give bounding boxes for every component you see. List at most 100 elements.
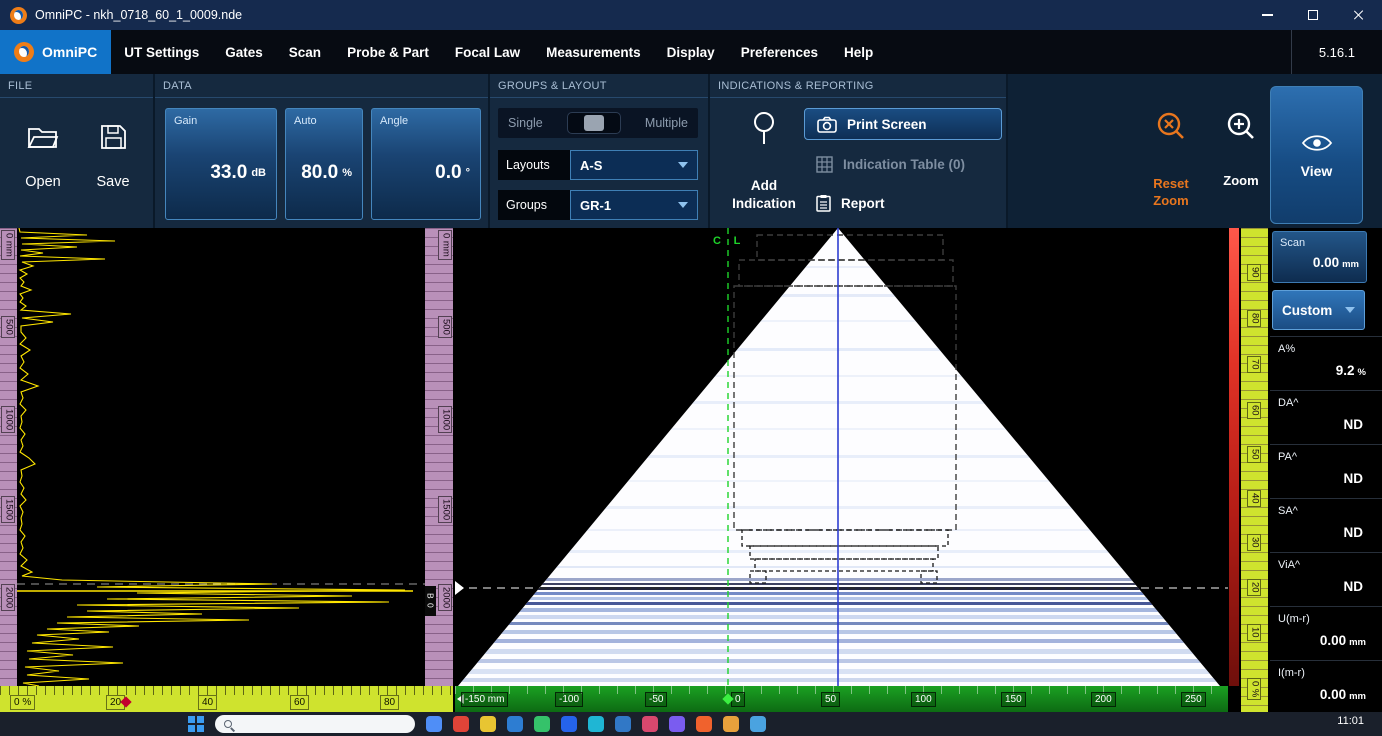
scan-position-tile[interactable]: Scan 0.00 mm xyxy=(1272,231,1367,283)
menu-item-display[interactable]: Display xyxy=(654,30,728,74)
menu-item-probe-part[interactable]: Probe & Part xyxy=(334,30,442,74)
reading-row-pa[interactable]: PA^ ND xyxy=(1270,444,1382,498)
reading-row-via[interactable]: ViA^ ND xyxy=(1270,552,1382,606)
view-label: View xyxy=(1301,163,1333,179)
percent-label: 50 xyxy=(1247,446,1261,463)
report-button[interactable]: Report xyxy=(816,194,885,212)
percent-label: 30 xyxy=(1247,534,1261,551)
scan-label: Scan xyxy=(1273,232,1366,249)
amp-label: 60 xyxy=(290,695,309,710)
menu-item-scan[interactable]: Scan xyxy=(276,30,334,74)
depth-label: 0 mm xyxy=(1,230,15,260)
taskbar-clock[interactable]: 11:01 xyxy=(1337,715,1382,727)
angle-tile[interactable]: Angle 0.0 ° xyxy=(371,108,481,220)
ascan-waveform xyxy=(19,228,405,686)
minimize-button[interactable] xyxy=(1244,0,1290,30)
add-indication-line1: Add xyxy=(724,177,804,195)
reading-row-a-percent[interactable]: A% 9.2% xyxy=(1270,336,1382,390)
menu-item-measurements[interactable]: Measurements xyxy=(533,30,654,74)
reading-row-u-m-r[interactable]: U(m-r) 0.00mm xyxy=(1270,606,1382,660)
taskbar-app-icon[interactable] xyxy=(534,716,550,732)
section-header-groups-layout: GROUPS & LAYOUT xyxy=(490,74,708,98)
reset-zoom-button[interactable]: Reset Zoom xyxy=(1136,110,1206,210)
scan-unit: mm xyxy=(1342,259,1359,270)
chevron-down-icon xyxy=(678,162,688,168)
percent-label: 70 xyxy=(1247,356,1261,373)
gain-label: Gain xyxy=(166,109,276,127)
reading-row-sa[interactable]: SA^ ND xyxy=(1270,498,1382,552)
zoom-button[interactable]: Zoom xyxy=(1210,110,1272,188)
maximize-button[interactable] xyxy=(1290,0,1336,30)
window-controls xyxy=(1244,0,1382,30)
taskbar-app-icon[interactable] xyxy=(696,716,712,732)
gate-b-badge[interactable]: B 0 xyxy=(425,586,436,616)
taskbar-app-icon[interactable] xyxy=(669,716,685,732)
ruler-ticks xyxy=(0,686,453,695)
taskbar-app-icon[interactable] xyxy=(480,716,496,732)
amplitude-colorbar xyxy=(1229,228,1239,686)
view-button[interactable]: View xyxy=(1270,86,1363,224)
menu-items: UT Settings Gates Scan Probe & Part Foca… xyxy=(111,30,886,74)
angle-value-row: 0.0 ° xyxy=(372,127,480,219)
reading-row-da[interactable]: DA^ ND xyxy=(1270,390,1382,444)
depth-label: 2000 xyxy=(438,584,452,611)
percent-label: 20 xyxy=(1247,579,1261,596)
layouts-dropdown[interactable]: A-S xyxy=(570,150,698,180)
titlebar: OmniPC - nkh_0718_60_1_0009.nde xyxy=(0,0,1382,30)
auto-tile[interactable]: Auto 80.0 % xyxy=(285,108,363,220)
ascan-view[interactable] xyxy=(17,228,425,686)
reading-row-i-m-r[interactable]: I(m-r) 0.00mm xyxy=(1270,660,1382,712)
main-display-area: 0 mm 500 1000 1500 2000 0 mm 500 1000 15… xyxy=(0,228,1382,712)
auto-value-row: 80.0 % xyxy=(286,127,362,219)
depth-label: 1000 xyxy=(1,406,15,433)
groups-dropdown[interactable]: GR-1 xyxy=(570,190,698,220)
layouts-label: Layouts xyxy=(498,150,570,180)
taskbar-search-box[interactable] xyxy=(215,715,415,733)
menu-item-gates[interactable]: Gates xyxy=(212,30,276,74)
percent-label: 60 xyxy=(1247,402,1261,419)
ruler-ticks xyxy=(0,228,17,686)
index-label: 150 xyxy=(1001,692,1026,707)
taskbar-app-icon[interactable] xyxy=(588,716,604,732)
menu-item-preferences[interactable]: Preferences xyxy=(728,30,831,74)
ascan-depth-ruler-right: 0 mm 500 1000 1500 2000 B 0 xyxy=(425,228,453,686)
open-button[interactable]: Open xyxy=(12,124,74,190)
menu-item-ut-settings[interactable]: UT Settings xyxy=(111,30,212,74)
preset-value: Custom xyxy=(1282,303,1332,318)
taskbar-app-icon[interactable] xyxy=(615,716,631,732)
angle-unit: ° xyxy=(466,167,470,179)
gate-edge-marker[interactable] xyxy=(455,581,464,595)
taskbar-app-icon[interactable] xyxy=(453,716,469,732)
eye-icon xyxy=(1301,132,1333,154)
auto-unit: % xyxy=(342,167,352,179)
taskbar-app-icon[interactable] xyxy=(750,716,766,732)
add-indication-button[interactable]: Add Indication xyxy=(724,110,804,214)
zoom-in-icon xyxy=(1224,110,1258,144)
gain-tile[interactable]: Gain 33.0 dB xyxy=(165,108,277,220)
close-button[interactable] xyxy=(1336,0,1382,30)
menu-item-help[interactable]: Help xyxy=(831,30,886,74)
indication-table-button[interactable]: Indication Table (0) xyxy=(816,156,965,173)
single-label: Single xyxy=(508,116,543,130)
taskbar-app-icon[interactable] xyxy=(426,716,442,732)
menu-tab-omnipc[interactable]: OmniPC xyxy=(0,30,111,74)
menu-item-focal-law[interactable]: Focal Law xyxy=(442,30,533,74)
taskbar-app-icon[interactable] xyxy=(507,716,523,732)
print-screen-button[interactable]: Print Screen xyxy=(804,108,1002,140)
save-button[interactable]: Save xyxy=(82,124,144,190)
omnipc-window: OmniPC - nkh_0718_60_1_0009.nde OmniPC U… xyxy=(0,0,1382,736)
index-label: 250 xyxy=(1181,692,1206,707)
percent-label: 80 xyxy=(1247,310,1261,327)
taskbar-app-icon[interactable] xyxy=(642,716,658,732)
toolbar-section-data: DATA Gain 33.0 dB Auto 80.0 % xyxy=(155,74,490,228)
reset-zoom-line2: Zoom xyxy=(1136,192,1206,210)
omnipc-logo-icon xyxy=(14,42,34,62)
taskbar-app-icon[interactable] xyxy=(561,716,577,732)
chevron-down-icon xyxy=(1345,307,1355,313)
readings-preset-dropdown[interactable]: Custom xyxy=(1272,290,1365,330)
taskbar-app-icon[interactable] xyxy=(723,716,739,732)
cursor-label-l: L xyxy=(734,235,741,247)
sscan-view[interactable]: C L xyxy=(455,228,1228,686)
layout-mode-toggle[interactable] xyxy=(567,112,621,134)
start-button[interactable] xyxy=(188,716,204,732)
